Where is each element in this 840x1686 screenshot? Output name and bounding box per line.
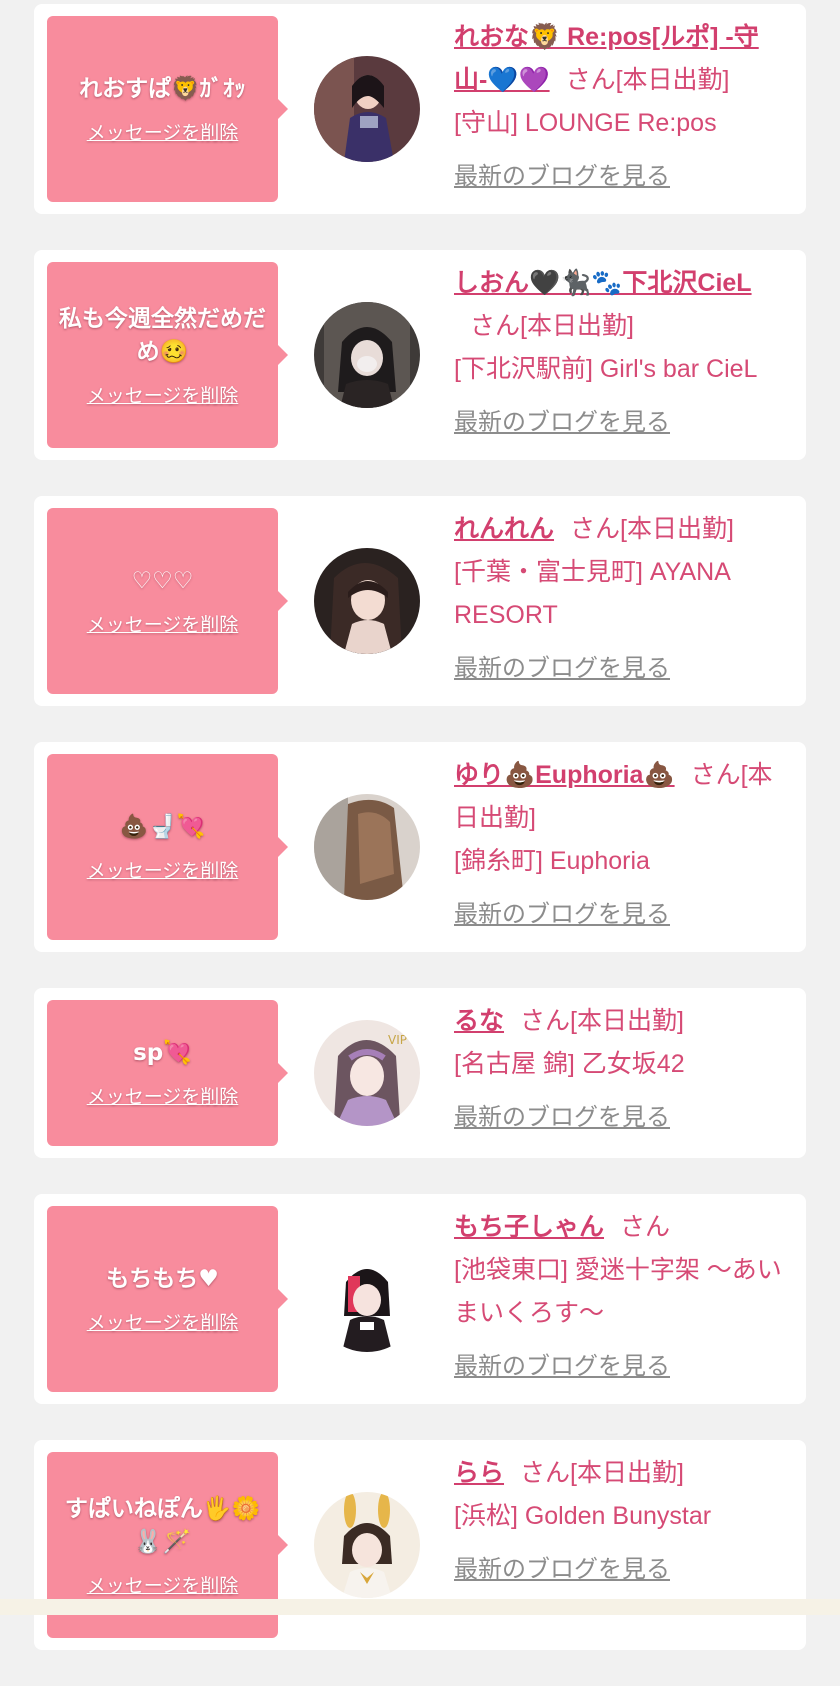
shop-name: [千葉・富士見町] AYANA RESORT [454, 558, 730, 629]
latest-blog-link[interactable]: 最新のブログを見る [454, 1548, 670, 1591]
cast-name-link[interactable]: しおん🖤🐈‍⬛🐾下北沢CieL [454, 269, 752, 297]
message-text: ♡♡♡ [131, 568, 194, 594]
cast-name-link[interactable]: らら [454, 1459, 504, 1487]
cast-info: れんれん さん[本日出勤] [千葉・富士見町] AYANA RESORT 最新のブ… [454, 508, 790, 690]
cast-photo-icon [314, 302, 420, 408]
cast-photo-icon: VIP [314, 1020, 420, 1126]
bottom-strip [0, 1599, 840, 1615]
delete-message-link[interactable]: メッセージを削除 [87, 1082, 239, 1109]
latest-blog-link[interactable]: 最新のブログを見る [454, 893, 670, 936]
list-item: 💩🚽💘 メッセージを削除 ゆり💩Euphoria💩 さん[本日出勤] [錦糸町] … [34, 742, 806, 952]
cast-name-link[interactable]: ゆり💩Euphoria💩 [454, 761, 675, 789]
honorific: さん [520, 1459, 571, 1487]
delete-message-link[interactable]: メッセージを削除 [87, 1571, 239, 1598]
shop-name: [浜松] Golden Bunystar [454, 1502, 712, 1530]
message-bubble: もちもち♥ メッセージを削除 [47, 1206, 288, 1392]
shop-name: [守山] LOUNGE Re:pos [454, 109, 717, 137]
cast-info: るな さん[本日出勤] [名古屋 錦] 乙女坂42 最新のブログを見る [454, 1000, 790, 1139]
list-item: すぱいねぽん🖐️🌼🐰🪄 メッセージを削除 らら さん[本日出勤] [浜松] Gol… [34, 1440, 806, 1650]
message-text: もちもち♥ [106, 1266, 219, 1292]
message-list: れおすぱ🦁ｶﾞｵｯ メッセージを削除 れおな🦁 Re:pos[ルポ] -守山-💙… [34, 4, 806, 1686]
cast-info: しおん🖤🐈‍⬛🐾下北沢CieL さん[本日出勤] [下北沢駅前] Girl's b… [454, 262, 790, 444]
list-item: sp💘 メッセージを削除 VIP るな さん[本日出勤] [名古屋 錦] 乙女坂4… [34, 988, 806, 1158]
cast-info: らら さん[本日出勤] [浜松] Golden Bunystar 最新のブログを見… [454, 1452, 790, 1591]
shop-name: [名古屋 錦] 乙女坂42 [454, 1050, 685, 1078]
shop-name: [下北沢駅前] Girl's bar CieL [454, 355, 758, 383]
cast-photo-icon [314, 794, 420, 900]
latest-blog-link[interactable]: 最新のブログを見る [454, 1345, 670, 1388]
honorific: さん [565, 66, 616, 94]
delete-message-link[interactable]: メッセージを削除 [87, 381, 239, 408]
cast-avatar[interactable] [314, 548, 420, 654]
delete-message-link[interactable]: メッセージを削除 [87, 1308, 239, 1335]
list-item: ♡♡♡ メッセージを削除 れんれん さん[本日出勤] [千葉・富士見町] AYAN… [34, 496, 806, 706]
honorific: さん [570, 515, 621, 543]
status-text: [本日出勤] [615, 66, 730, 94]
cast-avatar[interactable] [314, 56, 420, 162]
message-text: 私も今週全然だめだめ🥴 [59, 305, 266, 365]
delete-message-link[interactable]: メッセージを削除 [87, 610, 239, 637]
cast-avatar[interactable] [314, 1492, 420, 1598]
list-item: もちもち♥ メッセージを削除 もち子しゃん さん [池袋東口] 愛迷十字架 〜あい… [34, 1194, 806, 1404]
delete-message-link[interactable]: メッセージを削除 [87, 856, 239, 883]
message-text: れおすぱ🦁ｶﾞｵｯ [79, 76, 246, 102]
message-bubble: れおすぱ🦁ｶﾞｵｯ メッセージを削除 [47, 16, 288, 202]
cast-name-link[interactable]: るな [454, 1007, 504, 1035]
message-text: sp💘 [133, 1040, 192, 1066]
latest-blog-link[interactable]: 最新のブログを見る [454, 401, 670, 444]
cast-info: ゆり💩Euphoria💩 さん[本日出勤] [錦糸町] Euphoria 最新のブ… [454, 754, 790, 936]
status-text: [本日出勤] [620, 515, 734, 543]
shop-name: [池袋東口] 愛迷十字架 〜あいまいくろす〜 [454, 1256, 782, 1327]
message-bubble: sp💘 メッセージを削除 [47, 1000, 288, 1146]
honorific: さん [620, 1213, 671, 1241]
status-text: [本日出勤] [570, 1459, 684, 1487]
cast-info: れおな🦁 Re:pos[ルポ] -守山-💙💜 さん[本日出勤] [守山] LOUN… [454, 16, 790, 198]
cast-info: もち子しゃん さん [池袋東口] 愛迷十字架 〜あいまいくろす〜 最新のブログを見… [454, 1206, 790, 1388]
svg-text:VIP: VIP [388, 1033, 407, 1047]
cast-name-link[interactable]: れんれん [454, 515, 554, 543]
cast-avatar[interactable] [314, 1246, 420, 1352]
cast-avatar[interactable]: VIP [314, 1020, 420, 1126]
list-item: れおすぱ🦁ｶﾞｵｯ メッセージを削除 れおな🦁 Re:pos[ルポ] -守山-💙… [34, 4, 806, 214]
cast-name-link[interactable]: もち子しゃん [454, 1213, 604, 1241]
cast-avatar[interactable] [314, 794, 420, 900]
cast-photo-icon [314, 56, 420, 162]
message-bubble: ♡♡♡ メッセージを削除 [47, 508, 288, 694]
message-bubble: 💩🚽💘 メッセージを削除 [47, 754, 288, 940]
cast-photo-icon [314, 548, 420, 654]
cast-photo-icon [314, 1246, 420, 1352]
honorific: さん [520, 1007, 571, 1035]
delete-message-link[interactable]: メッセージを削除 [87, 118, 239, 145]
honorific: さん [470, 312, 521, 340]
status-text: [本日出勤] [570, 1007, 684, 1035]
cast-photo-icon [314, 1492, 420, 1598]
message-text: すぱいねぽん🖐️🌼🐰🪄 [64, 1495, 261, 1555]
list-item: 私も今週全然だめだめ🥴 メッセージを削除 しおん🖤🐈‍⬛🐾下北沢CieL さん[本… [34, 250, 806, 460]
shop-name: [錦糸町] Euphoria [454, 847, 650, 875]
honorific: さん [690, 761, 741, 789]
message-text: 💩🚽💘 [119, 814, 206, 840]
cast-avatar[interactable] [314, 302, 420, 408]
latest-blog-link[interactable]: 最新のブログを見る [454, 647, 670, 690]
message-bubble: 私も今週全然だめだめ🥴 メッセージを削除 [47, 262, 288, 448]
latest-blog-link[interactable]: 最新のブログを見る [454, 1096, 670, 1139]
latest-blog-link[interactable]: 最新のブログを見る [454, 155, 670, 198]
status-text: [本日出勤] [520, 312, 634, 340]
